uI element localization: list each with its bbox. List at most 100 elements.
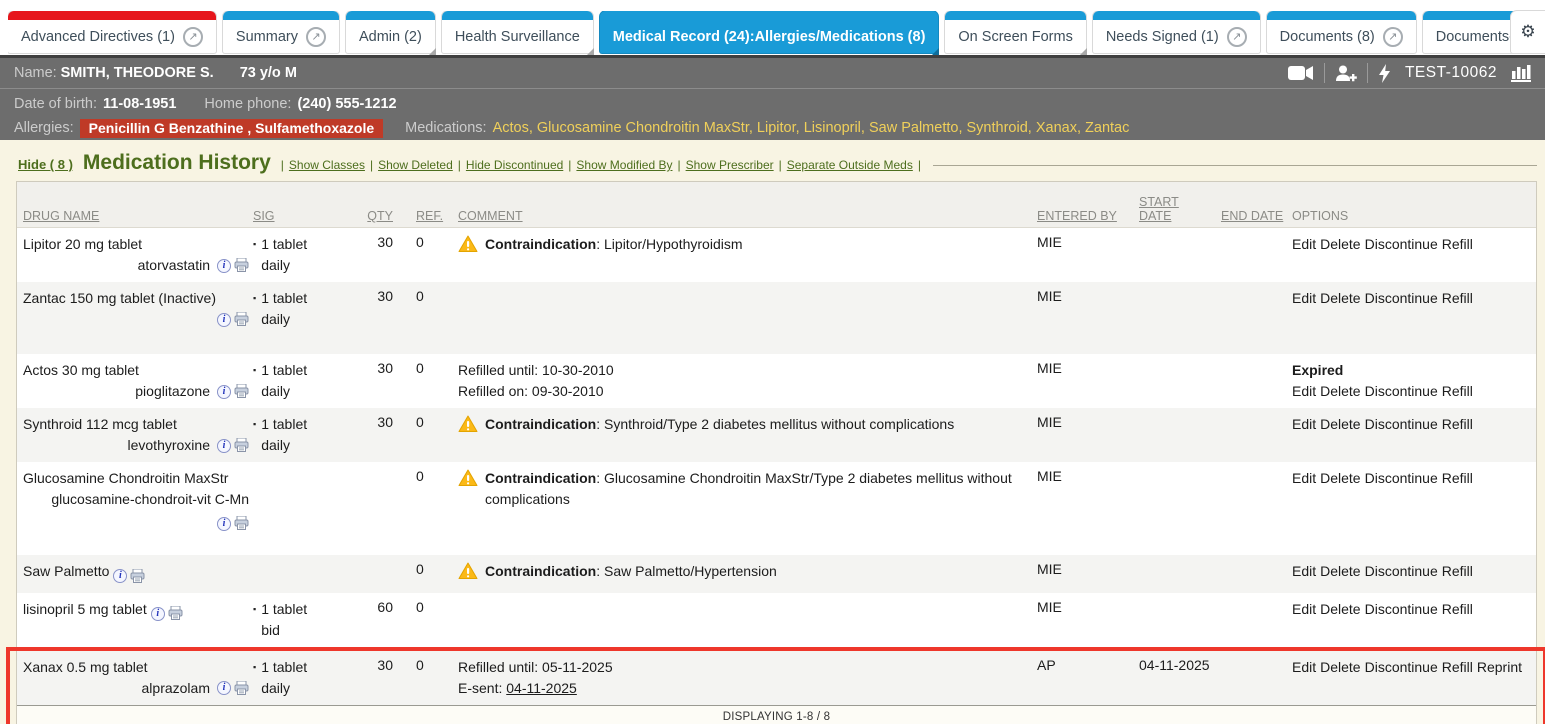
- medication-link[interactable]: Synthroid: [967, 120, 1028, 136]
- option-edit[interactable]: Edit: [1292, 563, 1316, 579]
- option-edit[interactable]: Edit: [1292, 470, 1316, 486]
- option-delete[interactable]: Delete: [1320, 383, 1360, 399]
- print-icon[interactable]: [234, 381, 249, 402]
- option-delete[interactable]: Delete: [1320, 470, 1360, 486]
- col-start-date[interactable]: START DATE: [1134, 191, 1217, 223]
- option-delete[interactable]: Delete: [1320, 563, 1360, 579]
- lightning-icon[interactable]: [1378, 64, 1391, 83]
- option-refill[interactable]: Refill: [1442, 416, 1473, 432]
- tab-admin-2[interactable]: Admin (2): [346, 11, 435, 53]
- option-reprint[interactable]: Reprint: [1477, 659, 1522, 675]
- popout-icon[interactable]: ↗: [306, 27, 326, 47]
- drug-info-icon[interactable]: i: [217, 313, 231, 327]
- option-refill[interactable]: Refill: [1442, 236, 1473, 252]
- col-sig[interactable]: SIG: [253, 205, 353, 223]
- col-ref[interactable]: REF.: [399, 205, 446, 223]
- popout-icon[interactable]: ↗: [1227, 27, 1247, 47]
- drug-name: lisinopril 5 mg tableti: [23, 599, 253, 625]
- section-link-show-prescriber[interactable]: Show Prescriber: [686, 158, 774, 172]
- option-edit[interactable]: Edit: [1292, 659, 1316, 675]
- tab-documents-8[interactable]: Documents (8)↗: [1267, 11, 1416, 53]
- option-refill[interactable]: Refill: [1442, 563, 1473, 579]
- bar-chart-icon[interactable]: [1511, 64, 1531, 82]
- drug-info-icon[interactable]: i: [217, 259, 231, 273]
- col-entered-by[interactable]: ENTERED BY: [1029, 205, 1134, 223]
- option-edit[interactable]: Edit: [1292, 601, 1316, 617]
- medication-link[interactable]: Xanax: [1036, 120, 1077, 136]
- section-link-show-classes[interactable]: Show Classes: [289, 158, 365, 172]
- print-icon[interactable]: [234, 435, 249, 456]
- option-discontinue[interactable]: Discontinue: [1365, 383, 1438, 399]
- section-link-show-modified-by[interactable]: Show Modified By: [576, 158, 672, 172]
- popout-icon[interactable]: ↗: [183, 27, 203, 47]
- hide-link[interactable]: Hide ( 8 ): [18, 157, 73, 172]
- medication-link[interactable]: Actos: [493, 120, 529, 136]
- tab-summary[interactable]: Summary↗: [223, 11, 339, 53]
- tab-medical-record-24-allergies-medications-8[interactable]: Medical Record (24):Allergies/Medication…: [600, 11, 939, 53]
- tab-color-strip: [600, 11, 939, 20]
- section-link-separate-outside-meds[interactable]: Separate Outside Meds: [787, 158, 913, 172]
- drug-generic-name: glucosamine-chondroit-vit C-Mni: [23, 489, 253, 534]
- medication-link[interactable]: Glucosamine Chondroitin MaxStr: [537, 120, 749, 136]
- print-icon[interactable]: [234, 678, 249, 699]
- print-icon[interactable]: [234, 309, 249, 330]
- tab-on-screen-forms[interactable]: On Screen Forms: [945, 11, 1085, 53]
- sig-cell: ▪1 tablet daily: [253, 354, 353, 408]
- tab-advanced-directives-1[interactable]: Advanced Directives (1)↗: [8, 11, 216, 53]
- drug-info-icon[interactable]: i: [217, 385, 231, 399]
- option-delete[interactable]: Delete: [1320, 659, 1360, 675]
- add-person-icon[interactable]: [1335, 65, 1357, 82]
- option-edit[interactable]: Edit: [1292, 416, 1316, 432]
- option-discontinue[interactable]: Discontinue: [1365, 236, 1438, 252]
- tab-needs-signed-1[interactable]: Needs Signed (1)↗: [1093, 11, 1260, 53]
- esent-date-link[interactable]: 04-11-2025: [506, 680, 577, 696]
- popout-icon[interactable]: ↗: [1383, 27, 1403, 47]
- qty-cell: 30: [353, 282, 399, 354]
- option-delete[interactable]: Delete: [1320, 416, 1360, 432]
- option-edit[interactable]: Edit: [1292, 383, 1316, 399]
- col-qty[interactable]: QTY: [353, 205, 399, 223]
- col-end-date[interactable]: END DATE: [1217, 205, 1284, 223]
- print-icon[interactable]: [234, 513, 249, 534]
- gears-icon: ⚙: [1520, 22, 1535, 42]
- option-edit[interactable]: Edit: [1292, 236, 1316, 252]
- option-discontinue[interactable]: Discontinue: [1365, 563, 1438, 579]
- medication-link[interactable]: Lipitor: [757, 120, 796, 136]
- option-refill[interactable]: Refill: [1442, 470, 1473, 486]
- drug-info-icon[interactable]: i: [217, 439, 231, 453]
- drug-info-icon[interactable]: i: [217, 681, 231, 695]
- settings-tab[interactable]: ⚙: [1511, 11, 1545, 53]
- print-icon[interactable]: [130, 566, 145, 587]
- option-discontinue[interactable]: Discontinue: [1365, 470, 1438, 486]
- drug-info-icon[interactable]: i: [217, 517, 231, 531]
- video-camera-icon[interactable]: [1288, 65, 1314, 81]
- option-discontinue[interactable]: Discontinue: [1365, 601, 1438, 617]
- option-discontinue[interactable]: Discontinue: [1365, 659, 1438, 675]
- option-refill[interactable]: Refill: [1442, 601, 1473, 617]
- print-icon[interactable]: [234, 255, 249, 276]
- drug-generic-name: alprazolami: [23, 678, 253, 699]
- col-drug-name[interactable]: DRUG NAME: [17, 205, 253, 223]
- drug-cell: Synthroid 112 mcg tabletlevothyroxinei: [17, 408, 253, 462]
- drug-info-icon[interactable]: i: [151, 607, 165, 621]
- option-refill[interactable]: Refill: [1442, 383, 1473, 399]
- medication-link[interactable]: Lisinopril: [804, 120, 861, 136]
- option-edit[interactable]: Edit: [1292, 290, 1316, 306]
- col-comment[interactable]: COMMENT: [446, 205, 1029, 223]
- options-cell: EditDelete DiscontinueRefill: [1284, 462, 1536, 555]
- print-icon[interactable]: [168, 603, 183, 624]
- option-refill[interactable]: Refill: [1442, 290, 1473, 306]
- option-delete[interactable]: Delete: [1320, 290, 1360, 306]
- option-refill[interactable]: Refill: [1442, 659, 1473, 675]
- option-discontinue[interactable]: Discontinue: [1365, 416, 1438, 432]
- medication-link[interactable]: Zantac: [1085, 120, 1129, 136]
- section-link-show-deleted[interactable]: Show Deleted: [378, 158, 453, 172]
- option-discontinue[interactable]: Discontinue: [1365, 290, 1438, 306]
- medication-link[interactable]: Saw Palmetto: [869, 120, 958, 136]
- phone-label: Home phone:: [204, 96, 291, 112]
- option-delete[interactable]: Delete: [1320, 601, 1360, 617]
- section-link-hide-discontinued[interactable]: Hide Discontinued: [466, 158, 563, 172]
- tab-health-surveillance[interactable]: Health Surveillance: [442, 11, 593, 53]
- drug-info-icon[interactable]: i: [113, 569, 127, 583]
- option-delete[interactable]: Delete: [1320, 236, 1360, 252]
